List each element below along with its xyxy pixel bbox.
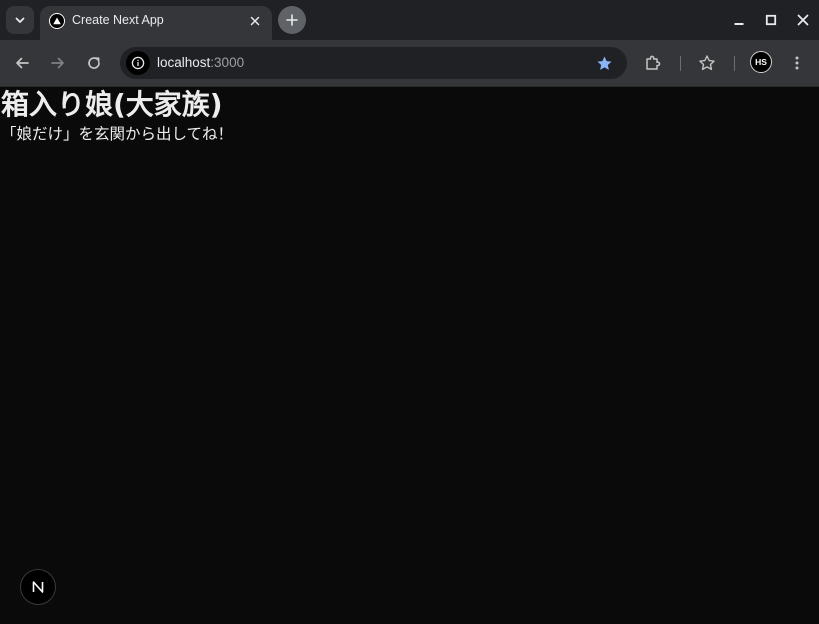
browser-toolbar: localhost:3000 HS xyxy=(0,40,819,87)
tab-strip: Create Next App xyxy=(0,0,819,40)
minimize-icon xyxy=(733,14,745,26)
minimize-button[interactable] xyxy=(729,10,749,30)
nextjs-dev-indicator[interactable] xyxy=(20,569,56,605)
chevron-down-icon xyxy=(14,14,26,26)
kebab-menu-icon xyxy=(789,55,805,71)
bookmarks-panel-button[interactable] xyxy=(694,50,720,76)
plus-icon xyxy=(286,14,298,26)
forward-button[interactable] xyxy=(45,50,71,76)
maximize-button[interactable] xyxy=(761,10,781,30)
extensions-button[interactable] xyxy=(640,50,666,76)
arrow-right-icon xyxy=(50,55,66,71)
maximize-icon xyxy=(765,14,777,26)
close-window-button[interactable] xyxy=(793,10,813,30)
page-subtitle: 「娘だけ」を玄関から出してね！ xyxy=(1,125,234,143)
toolbar-separator xyxy=(734,56,735,71)
toolbar-separator xyxy=(680,56,681,71)
tab-search-button[interactable] xyxy=(6,6,34,34)
close-icon xyxy=(797,14,809,26)
tab-active[interactable]: Create Next App xyxy=(40,6,272,40)
page-viewport: 箱入り娘(大家族) 「娘だけ」を玄関から出してね！ xyxy=(0,88,819,624)
menu-button[interactable] xyxy=(784,50,810,76)
profile-avatar[interactable]: HS xyxy=(750,51,772,73)
address-bar[interactable]: localhost:3000 xyxy=(120,47,627,79)
bookmark-button[interactable] xyxy=(595,54,613,72)
page-title: 箱入り娘(大家族) xyxy=(1,88,223,121)
close-icon[interactable] xyxy=(246,12,264,30)
reload-button[interactable] xyxy=(81,50,107,76)
star-outline-icon xyxy=(698,54,716,72)
nextjs-n-icon xyxy=(30,579,46,595)
nextjs-triangle-icon xyxy=(49,13,65,29)
url-host: localhost xyxy=(157,55,211,70)
browser-window: Create Next App localhost:3000 HS 箱入り娘(大… xyxy=(0,0,819,624)
site-info-button[interactable] xyxy=(126,51,150,75)
star-filled-icon xyxy=(596,55,613,72)
new-tab-button[interactable] xyxy=(278,6,306,34)
reload-icon xyxy=(86,55,102,71)
tab-title: Create Next App xyxy=(72,13,164,27)
url-port: :3000 xyxy=(210,55,245,70)
url-text[interactable]: localhost:3000 xyxy=(157,55,244,70)
arrow-left-icon xyxy=(14,55,30,71)
puzzle-icon xyxy=(644,54,662,72)
info-icon xyxy=(131,56,145,70)
back-button[interactable] xyxy=(9,50,35,76)
